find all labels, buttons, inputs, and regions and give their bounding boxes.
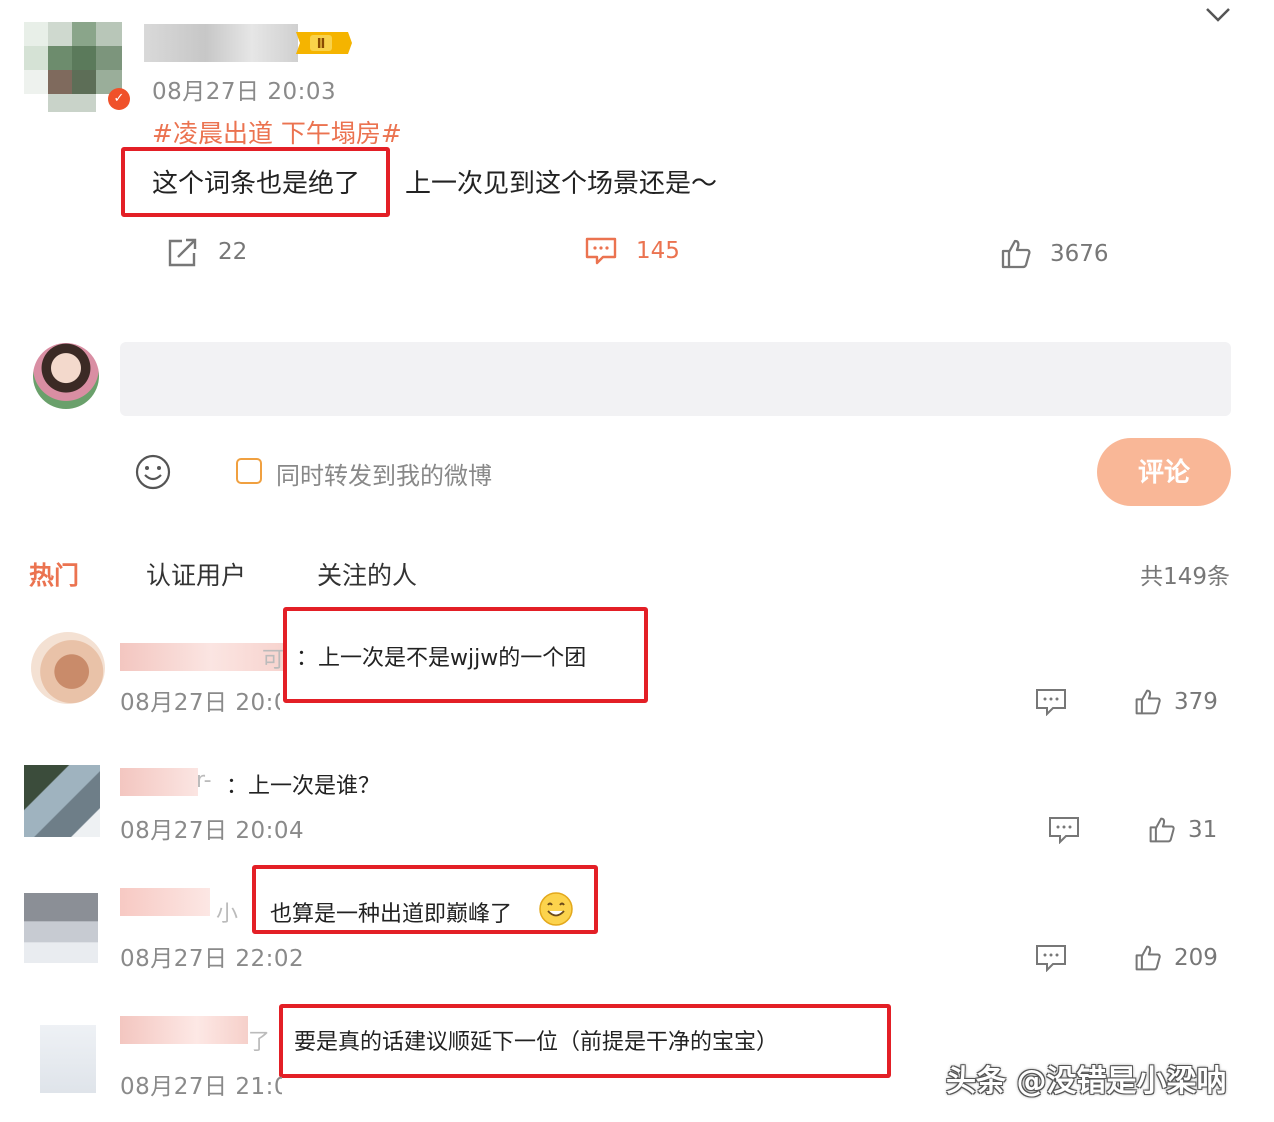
commenter-name-blurred[interactable] [120, 888, 210, 916]
comment-like-count: 209 [1174, 945, 1218, 971]
commenter-avatar[interactable] [40, 1025, 96, 1093]
like-count: 3676 [1050, 241, 1109, 267]
reply-icon[interactable] [1035, 944, 1067, 973]
commenter-avatar[interactable] [24, 765, 100, 837]
comment-timestamp: 08月27日 21:07 [120, 1074, 282, 1100]
comment-timestamp: 08月27日 20:04 [120, 818, 305, 844]
commenter-name-suffix: 了 [248, 1030, 271, 1055]
reply-icon[interactable] [1048, 816, 1080, 845]
forward-checkbox[interactable] [236, 458, 262, 484]
chevron-down-icon[interactable] [1204, 4, 1232, 24]
comment-text: ：上一次是谁？ [226, 774, 381, 799]
thumbs-up-icon [1149, 817, 1175, 843]
submit-comment-button[interactable]: 评论 [1097, 438, 1231, 506]
watermark-text: 头条 @没错是小梁呐 [946, 1064, 1227, 1099]
thumbs-up-icon [1001, 239, 1031, 269]
post-text: 上一次见到这个场景还是～ [405, 169, 718, 199]
comment-like-button[interactable]: 379 [1134, 688, 1218, 716]
verified-badge-icon: ✓ [108, 88, 130, 110]
comment-like-button[interactable]: 31 [1148, 816, 1217, 844]
post-timestamp: 08月27日 20:03 [152, 79, 337, 105]
comment-icon [585, 237, 617, 265]
highlight-box [252, 865, 598, 934]
thumbs-up-icon [1135, 945, 1161, 971]
member-level-badge-icon[interactable]: Ⅱ [290, 30, 354, 56]
tab-following[interactable]: 关注的人 [317, 556, 417, 592]
tab-verified-users[interactable]: 认证用户 [146, 556, 246, 592]
commenter-name-suffix: 可 [262, 648, 285, 673]
repost-button[interactable]: 22 [166, 236, 247, 268]
commenter-name-suffix: r- [196, 768, 212, 793]
comment-timestamp: 08月27日 20:06 [120, 690, 280, 716]
reply-icon[interactable] [1035, 688, 1067, 717]
commenter-name-blurred[interactable] [120, 768, 198, 796]
commenter-avatar[interactable] [24, 893, 98, 963]
commenter-name-suffix: 小 [216, 902, 239, 927]
comment-like-button[interactable]: 209 [1134, 944, 1218, 972]
comment-like-count: 379 [1174, 689, 1218, 715]
post-text-highlighted: 这个词条也是绝了 [152, 169, 361, 199]
post-author-name-blurred[interactable] [144, 24, 298, 62]
total-comment-count: 共149条 [1140, 564, 1230, 590]
repost-count: 22 [218, 239, 248, 265]
comment-input[interactable] [120, 342, 1231, 416]
commenter-name-blurred[interactable] [120, 643, 285, 671]
comment-button[interactable]: 145 [584, 236, 680, 266]
current-user-avatar[interactable] [33, 343, 99, 409]
level-badge-text: Ⅱ [317, 37, 326, 52]
comment-timestamp: 08月27日 22:02 [120, 946, 305, 972]
like-button[interactable]: 3676 [1000, 238, 1109, 270]
repost-icon [168, 238, 197, 267]
commenter-name-blurred[interactable] [120, 1016, 248, 1044]
tab-hot[interactable]: 热门 [29, 556, 79, 592]
comment-like-count: 31 [1188, 817, 1218, 843]
highlight-box [283, 607, 648, 703]
highlight-box [279, 1004, 891, 1078]
forward-label: 同时转发到我的微博 [276, 462, 492, 490]
thumbs-up-icon [1135, 689, 1161, 715]
commenter-avatar[interactable] [31, 632, 105, 704]
comment-count: 145 [636, 238, 680, 264]
post-hashtag-link[interactable]: #凌晨出道 下午塌房# [152, 114, 402, 150]
emoji-icon[interactable] [134, 453, 172, 491]
